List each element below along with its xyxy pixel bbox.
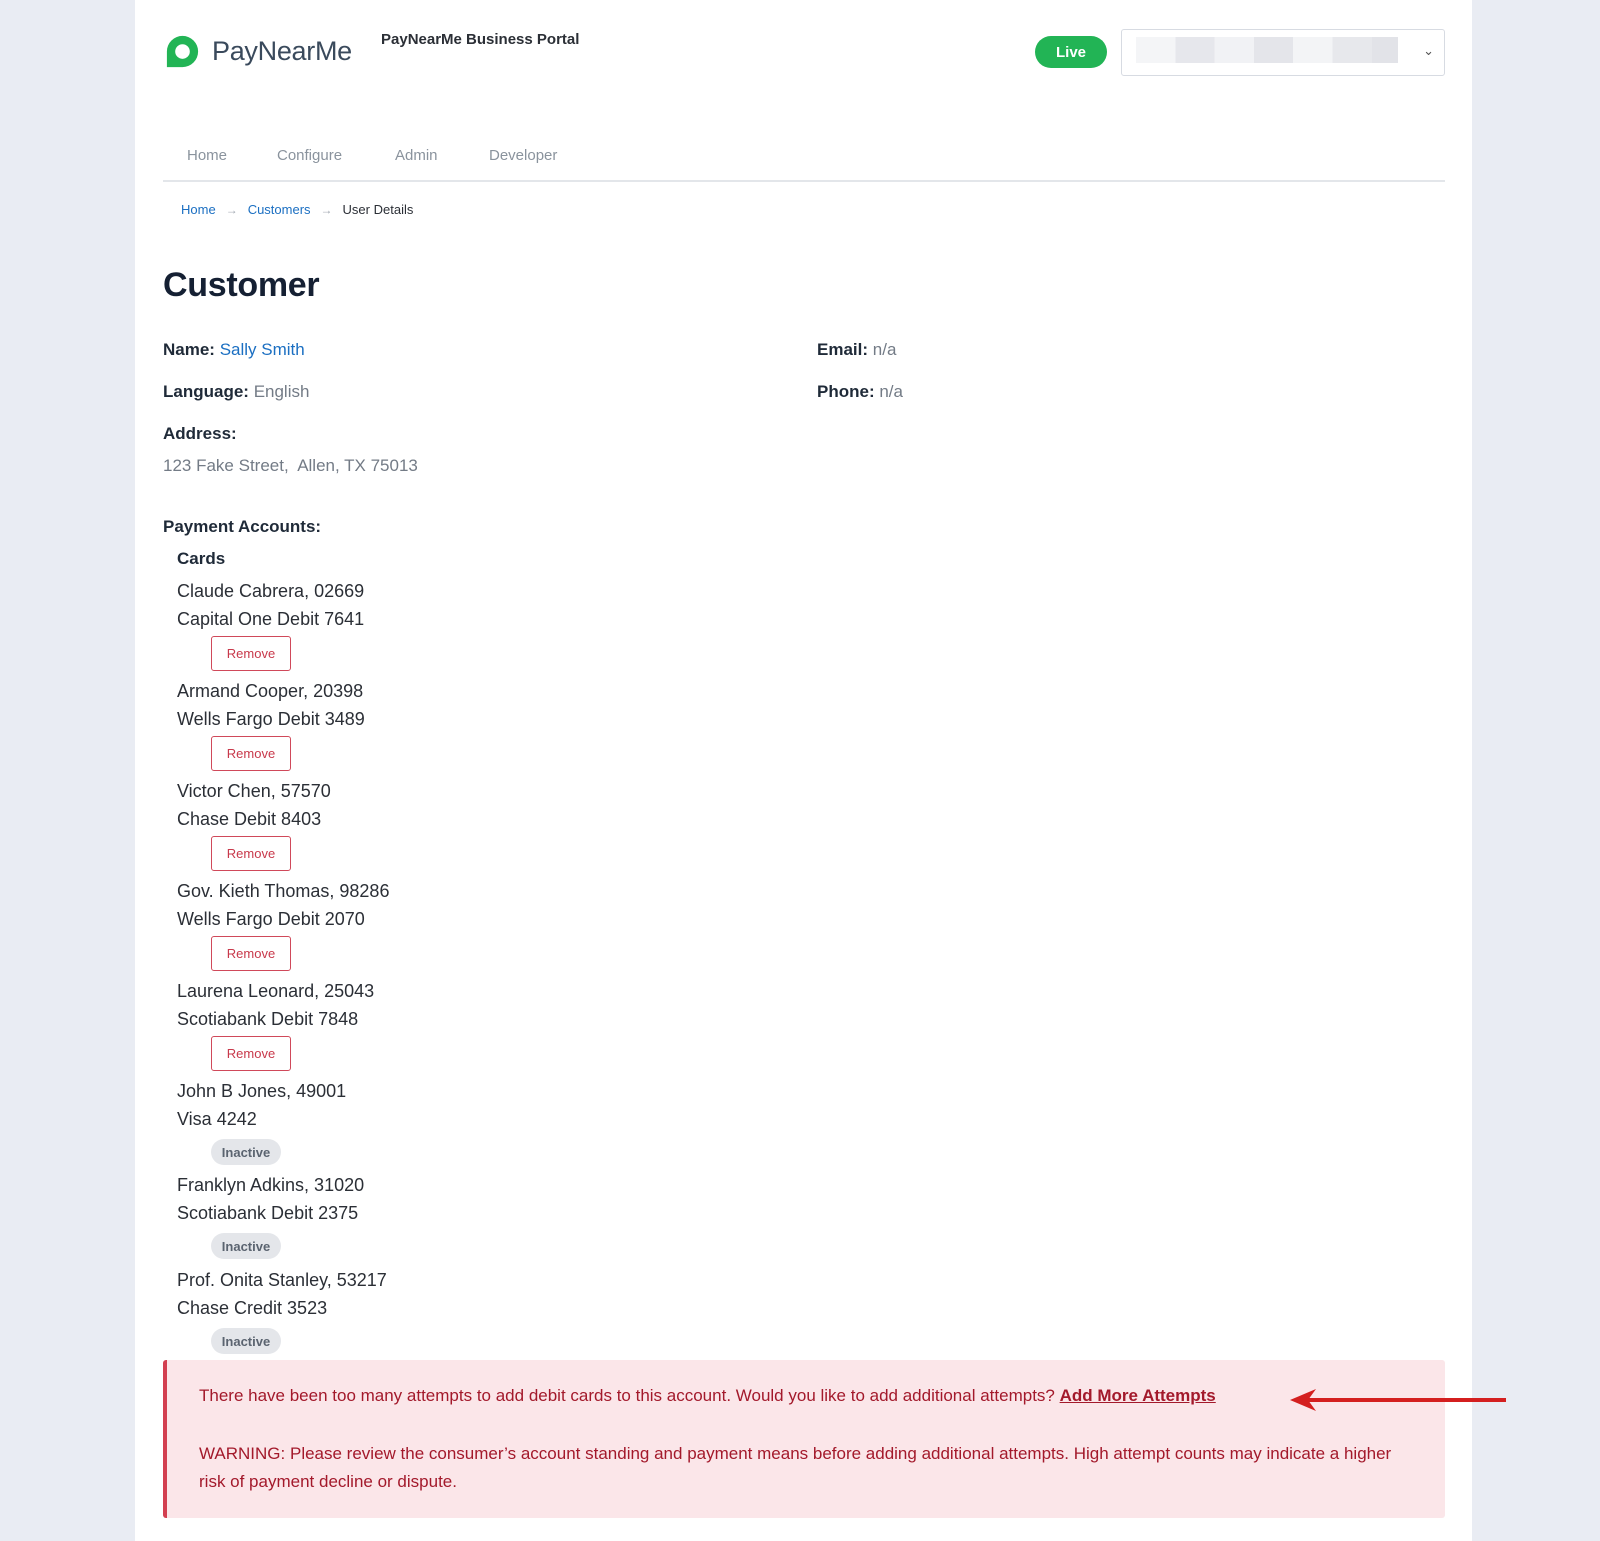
card-holder: Franklyn Adkins, 31020 [177,1175,365,1195]
card-description: Capital One Debit 7641 [177,609,365,629]
environment-badge[interactable]: Live [1035,36,1107,68]
nav-item-configure[interactable]: Configure [277,147,342,164]
remove-card-button[interactable]: Remove [211,836,291,871]
card-description: Visa 4242 [177,1109,257,1129]
alert-message-line: There have been too many attempts to add… [199,1386,1216,1406]
main-nav: Home Configure Admin Developer [163,134,1445,182]
remove-card-button[interactable]: Remove [211,1036,291,1071]
remove-card-button[interactable]: Remove [211,636,291,671]
alert-warning: WARNING: Please review the consumer’s ac… [199,1444,1392,1491]
alert-message: There have been too many attempts to add… [199,1386,1055,1405]
breadcrumb-separator: → [225,202,238,217]
card-holder: Prof. Onita Stanley, 53217 [177,1270,387,1290]
address-label: Address: [163,424,237,443]
name-label: Name: [163,340,215,359]
paynearme-logo[interactable]: PayNearMe [163,32,352,71]
payment-accounts-label: Payment Accounts: [163,517,322,536]
add-more-attempts-link[interactable]: Add More Attempts [1060,1386,1216,1405]
breadcrumb-customers[interactable]: Customers [248,202,311,217]
customer-language-field: Language: English [163,382,309,402]
page-title: Customer [163,266,320,304]
email-value: n/a [872,340,897,359]
inactive-badge: Inactive [211,1233,281,1259]
customer-name-link[interactable]: Sally Smith [220,340,305,359]
card-description: Chase Debit 8403 [177,809,322,829]
address-value: 123 Fake Street, Allen, TX 75013 [163,456,418,475]
remove-card-button[interactable]: Remove [211,936,291,971]
card-description: Scotiabank Debit 2375 [177,1203,359,1223]
email-label: Email: [817,340,869,359]
chevron-down-icon: ⌄ [1423,43,1434,58]
card-description: Wells Fargo Debit 3489 [177,709,365,729]
brand-name: PayNearMe [212,36,352,66]
card-holder: Victor Chen, 57570 [177,781,331,801]
remove-card-button[interactable]: Remove [211,736,291,771]
annotation-arrow-icon [1290,1389,1506,1411]
phone-value: n/a [879,382,903,401]
card-holder: Gov. Kieth Thomas, 98286 [177,881,390,901]
card-holder: Laurena Leonard, 25043 [177,981,375,1001]
nav-item-home[interactable]: Home [187,147,227,164]
card-holder: Claude Cabrera, 02669 [177,581,365,601]
paynearme-logo-icon [166,35,199,68]
breadcrumb: Home → Customers → User Details [181,202,413,217]
card-holder: Armand Cooper, 20398 [177,681,364,701]
too-many-attempts-alert: There have been too many attempts to add… [163,1360,1445,1518]
page-container: PayNearMe PayNearMe Business Portal Live… [135,0,1472,1541]
breadcrumb-current: User Details [342,202,414,217]
card-holder: John B Jones, 49001 [177,1081,347,1101]
address-value-field: 123 Fake Street, Allen, TX 75013 [163,456,418,476]
card-description: Scotiabank Debit 7848 [177,1009,359,1029]
customer-name-field: Name: Sally Smith [163,340,305,360]
redacted-account-name [1136,37,1398,63]
breadcrumb-separator: → [320,202,333,217]
card-description: Chase Credit 3523 [177,1298,328,1318]
customer-email-field: Email: n/a [817,340,896,360]
nav-item-admin[interactable]: Admin [395,147,438,164]
language-value: English [253,382,310,401]
nav-item-developer[interactable]: Developer [489,147,557,164]
breadcrumb-home[interactable]: Home [181,202,216,217]
account-selector[interactable]: ⌄ [1121,29,1445,76]
portal-title: PayNearMe Business Portal [381,31,580,48]
inactive-badge: Inactive [211,1139,281,1165]
inactive-badge: Inactive [211,1328,281,1354]
customer-phone-field: Phone: n/a [817,382,903,402]
language-label: Language: [163,382,249,401]
cards-label: Cards [177,549,226,568]
card-description: Wells Fargo Debit 2070 [177,909,365,929]
phone-label: Phone: [817,382,875,401]
